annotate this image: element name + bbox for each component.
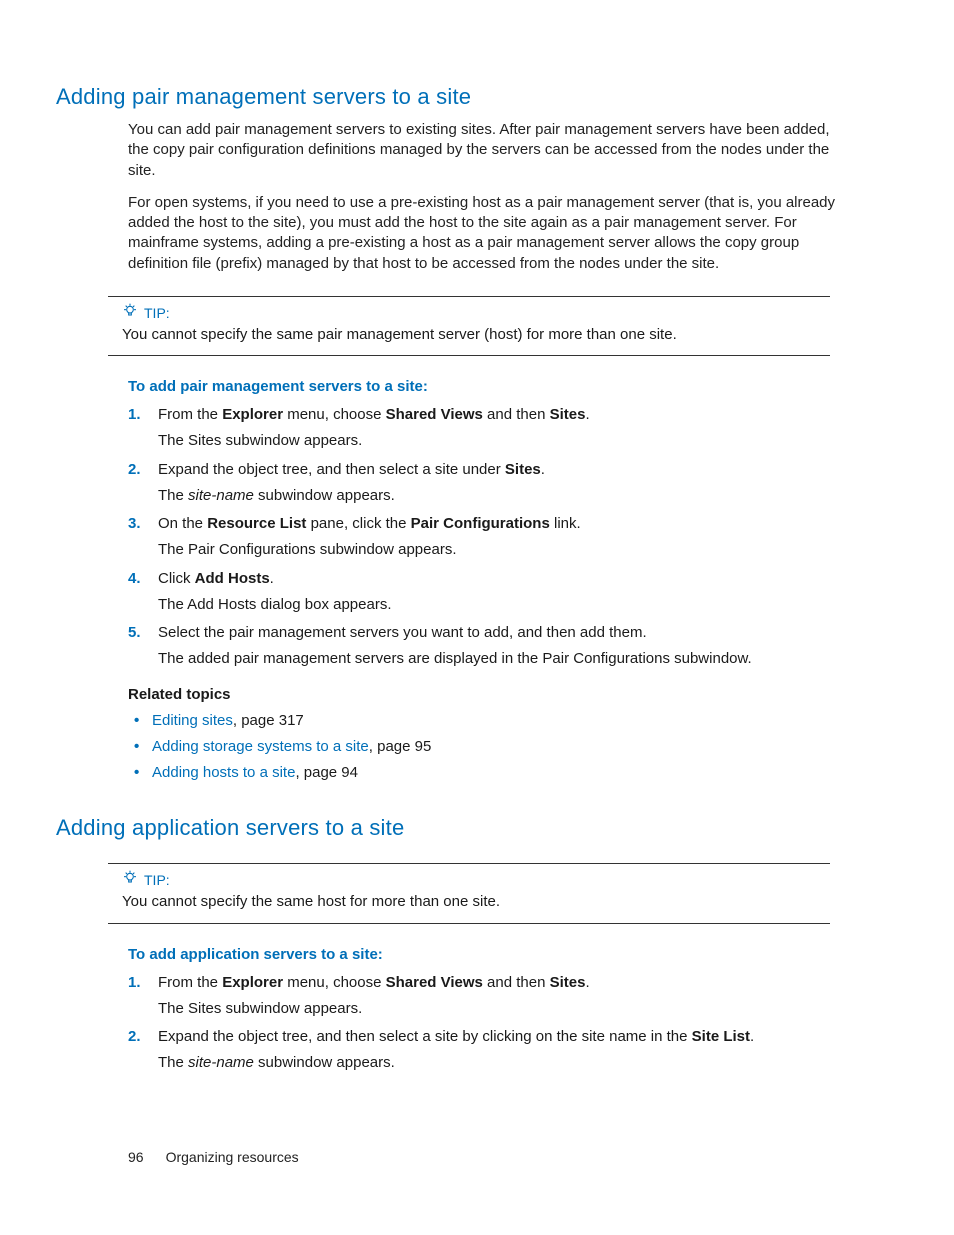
steps-list-2: 1. From the Explorer menu, choose Shared… xyxy=(128,973,854,1074)
steps-list-1: 1. From the Explorer menu, choose Shared… xyxy=(128,405,854,670)
step-2: 2. Expand the object tree, and then sele… xyxy=(128,1027,854,1074)
step-number: 3. xyxy=(128,514,141,534)
step-follow: The Add Hosts dialog box appears. xyxy=(158,595,854,615)
step-2: 2. Expand the object tree, and then sele… xyxy=(128,460,854,507)
lightbulb-icon xyxy=(122,303,138,323)
chapter-title: Organizing resources xyxy=(166,1149,299,1165)
procedure-title-2: To add application servers to a site: xyxy=(128,946,854,963)
step-text: Expand the object tree, and then select … xyxy=(158,1028,754,1045)
link-adding-storage-systems[interactable]: Adding storage systems to a site xyxy=(152,738,369,755)
tip-block-1: TIP: You cannot specify the same pair ma… xyxy=(108,296,854,356)
section-heading-adding-application-servers: Adding application servers to a site xyxy=(56,815,854,841)
tip-block-2: TIP: You cannot specify the same host fo… xyxy=(108,863,854,923)
step-text: From the Explorer menu, choose Shared Vi… xyxy=(158,406,590,423)
related-topics-heading: Related topics xyxy=(128,686,854,703)
step-text: Select the pair management servers you w… xyxy=(158,624,647,641)
step-number: 5. xyxy=(128,623,141,643)
page-footer: 96 Organizing resources xyxy=(128,1149,299,1165)
page-number: 96 xyxy=(128,1149,144,1165)
step-follow: The added pair management servers are di… xyxy=(158,649,854,669)
tip-rule-top xyxy=(108,296,830,297)
step-text: Click Add Hosts. xyxy=(158,570,274,587)
related-item: Editing sites, page 317 xyxy=(128,711,854,731)
section-heading-adding-pair-management: Adding pair management servers to a site xyxy=(56,84,854,110)
step-text: On the Resource List pane, click the Pai… xyxy=(158,515,581,532)
tip-rule-bottom xyxy=(108,923,830,924)
link-editing-sites[interactable]: Editing sites xyxy=(152,712,233,729)
step-4: 4. Click Add Hosts. The Add Hosts dialog… xyxy=(128,569,854,616)
lightbulb-icon xyxy=(122,870,138,890)
step-number: 1. xyxy=(128,405,141,425)
step-1: 1. From the Explorer menu, choose Shared… xyxy=(128,973,854,1020)
step-3: 3. On the Resource List pane, click the … xyxy=(128,514,854,561)
tip-text-1: You cannot specify the same pair managem… xyxy=(122,325,830,345)
para-intro-2: For open systems, if you need to use a p… xyxy=(128,193,854,274)
related-item: Adding storage systems to a site, page 9… xyxy=(128,737,854,757)
para-intro-1: You can add pair management servers to e… xyxy=(128,120,854,181)
step-follow: The site-name subwindow appears. xyxy=(158,1053,854,1073)
step-number: 4. xyxy=(128,569,141,589)
step-text: Expand the object tree, and then select … xyxy=(158,461,545,478)
tip-rule-top xyxy=(108,863,830,864)
related-item: Adding hosts to a site, page 94 xyxy=(128,763,854,783)
link-adding-hosts[interactable]: Adding hosts to a site xyxy=(152,764,295,781)
step-number: 2. xyxy=(128,1027,141,1047)
step-5: 5. Select the pair management servers yo… xyxy=(128,623,854,670)
step-follow: The Sites subwindow appears. xyxy=(158,999,854,1019)
tip-rule-bottom xyxy=(108,355,830,356)
step-number: 1. xyxy=(128,973,141,993)
tip-label: TIP: xyxy=(144,305,170,321)
step-follow: The Sites subwindow appears. xyxy=(158,431,854,451)
tip-text-2: You cannot specify the same host for mor… xyxy=(122,892,830,912)
related-topics-list: Editing sites, page 317 Adding storage s… xyxy=(128,711,854,784)
step-number: 2. xyxy=(128,460,141,480)
step-1: 1. From the Explorer menu, choose Shared… xyxy=(128,405,854,452)
tip-label: TIP: xyxy=(144,872,170,888)
procedure-title-1: To add pair management servers to a site… xyxy=(128,378,854,395)
step-follow: The site-name subwindow appears. xyxy=(158,486,854,506)
step-text: From the Explorer menu, choose Shared Vi… xyxy=(158,974,590,991)
step-follow: The Pair Configurations subwindow appear… xyxy=(158,540,854,560)
